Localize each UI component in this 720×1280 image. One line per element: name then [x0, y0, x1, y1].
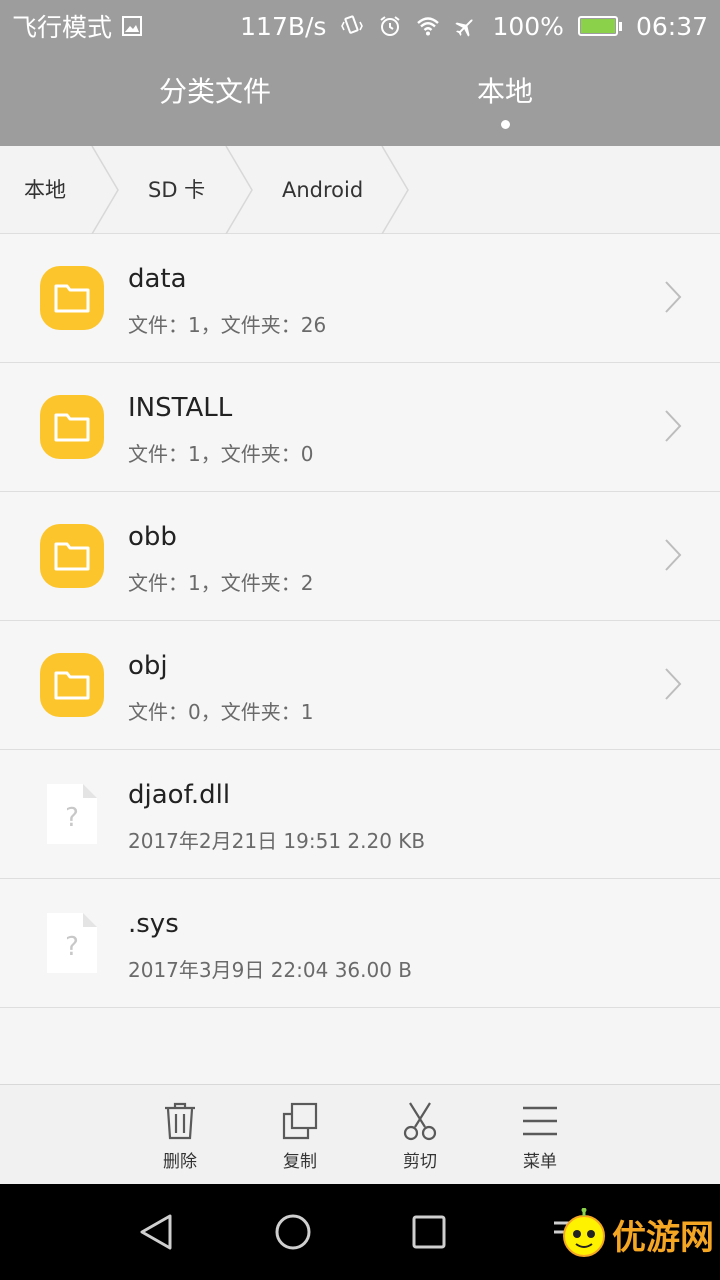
file-name: INSTALL [128, 393, 233, 423]
file-name: djaof.dll [128, 780, 231, 810]
trash-icon [165, 1102, 195, 1140]
battery-charging-icon [577, 16, 622, 36]
tab-local-label: 本地 [476, 74, 533, 108]
chevron-right-icon [665, 668, 682, 700]
list-item-file[interactable]: ? djaof.dll 2017年2月21日 19:51 2.20 KB [0, 750, 720, 879]
folder-icon [40, 524, 104, 588]
image-icon [122, 16, 143, 36]
alarm-icon [380, 16, 401, 36]
file-name: .sys [128, 909, 179, 939]
folder-icon [40, 395, 104, 459]
scissors-icon [403, 1102, 437, 1141]
breadcrumb-separator-icon [381, 146, 409, 234]
copy-label: 复制 [283, 1152, 317, 1172]
file-meta: 文件：1，文件夹：26 [128, 313, 327, 337]
list-item-folder[interactable]: data 文件：1，文件夹：26 [0, 234, 720, 363]
mascot-logo-icon [563, 1208, 605, 1257]
home-button[interactable] [263, 1204, 323, 1260]
home-circle-icon [275, 1214, 311, 1250]
chevron-right-icon [665, 410, 682, 442]
copy-button[interactable]: 复制 [255, 1085, 345, 1185]
menu-button[interactable]: 菜单 [495, 1085, 585, 1185]
list-item-folder[interactable]: obj 文件：0，文件夹：1 [0, 621, 720, 750]
tab-classified-files[interactable]: 分类文件 [140, 52, 290, 146]
bottom-toolbar: 删除 复制 剪切 菜单 [0, 1084, 720, 1184]
breadcrumb-separator-icon [225, 146, 253, 234]
watermark-logo: 优游网 [558, 1208, 714, 1260]
file-meta: 文件：0，文件夹：1 [128, 700, 314, 724]
unknown-file-icon: ? [47, 784, 97, 844]
tab-bar: 分类文件 本地 [0, 52, 720, 146]
hamburger-menu-icon [523, 1106, 557, 1136]
list-item-folder[interactable]: obb 文件：1，文件夹：2 [0, 492, 720, 621]
tab-local[interactable]: 本地 [440, 52, 570, 146]
breadcrumb-item-android[interactable]: Android [282, 146, 363, 234]
back-button[interactable] [126, 1204, 186, 1260]
airplane-icon [455, 19, 474, 37]
folder-icon [40, 266, 104, 330]
delete-label: 删除 [163, 1152, 197, 1172]
delete-button[interactable]: 删除 [135, 1085, 225, 1185]
clock: 06:37 [635, 11, 708, 41]
svg-text:?: ? [65, 803, 79, 833]
file-meta: 文件：1，文件夹：2 [128, 571, 314, 595]
file-name: obb [128, 522, 177, 552]
breadcrumb-separator-icon [91, 146, 119, 234]
unknown-file-icon: ? [47, 913, 97, 973]
file-meta: 文件：1，文件夹：0 [128, 442, 314, 466]
cut-label: 剪切 [403, 1152, 437, 1172]
list-item-folder[interactable]: INSTALL 文件：1，文件夹：0 [0, 363, 720, 492]
airplane-mode-label: 飞行模式 [12, 13, 113, 42]
folder-icon [40, 653, 104, 717]
tab-classified-files-label: 分类文件 [158, 74, 271, 108]
file-meta: 2017年2月21日 19:51 2.20 KB [128, 829, 426, 853]
file-name: data [128, 264, 187, 294]
net-speed: 117B/s [240, 11, 327, 41]
chevron-right-icon [665, 539, 682, 571]
file-meta: 2017年3月9日 22:04 36.00 B [128, 958, 413, 982]
chevron-right-icon [665, 281, 682, 313]
breadcrumb: 本地 SD 卡 Android [0, 146, 720, 234]
file-list: data 文件：1，文件夹：26 INSTALL 文件：1，文件夹：0 obb … [0, 234, 720, 1008]
vibrate-icon [341, 15, 364, 34]
status-bar: 飞行模式 117B/s 100% 06:37 [0, 0, 720, 52]
wifi-icon [417, 17, 440, 36]
svg-text:?: ? [65, 932, 79, 962]
copy-icon [282, 1102, 318, 1140]
list-item-file[interactable]: ? .sys 2017年3月9日 22:04 36.00 B [0, 879, 720, 1008]
cut-button[interactable]: 剪切 [375, 1085, 465, 1185]
menu-label: 菜单 [523, 1152, 557, 1172]
breadcrumb-item-sd-card[interactable]: SD 卡 [148, 146, 205, 234]
back-triangle-icon [140, 1214, 172, 1250]
battery-percent: 100% [492, 11, 564, 41]
breadcrumb-item-local[interactable]: 本地 [24, 146, 66, 234]
watermark-text: 优游网 [612, 1217, 714, 1258]
recents-button[interactable] [399, 1204, 459, 1260]
file-name: obj [128, 651, 168, 681]
tab-active-indicator [500, 119, 510, 129]
recents-square-icon [412, 1215, 446, 1249]
